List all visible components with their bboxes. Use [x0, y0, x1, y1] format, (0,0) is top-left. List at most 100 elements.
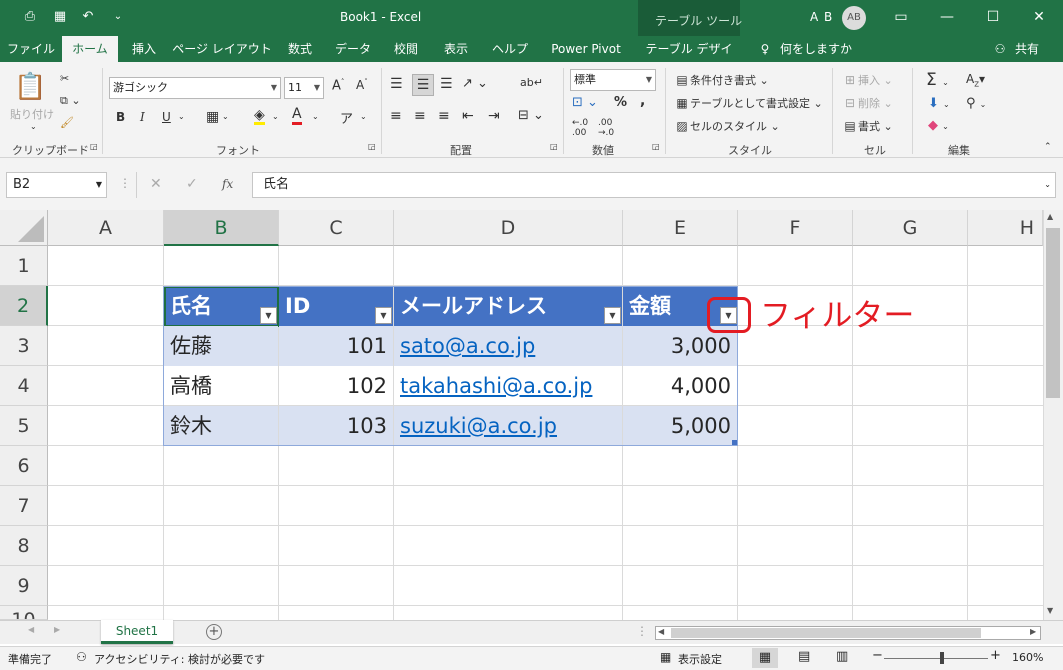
phonetic-dropdown-icon[interactable]: ⌄ [360, 112, 367, 121]
next-sheet-icon[interactable]: ▶ [54, 625, 60, 634]
sort-filter-icon[interactable]: AZ▾ [966, 72, 985, 88]
select-all-button[interactable] [0, 210, 48, 246]
font-color-dropdown-icon[interactable]: ⌄ [312, 112, 319, 121]
orientation-icon[interactable]: ↗ ⌄ [462, 76, 488, 91]
insert-cells-button[interactable]: ⊞ 挿入 ⌄ [842, 72, 893, 88]
collapse-ribbon-icon[interactable]: ⌃ [1044, 142, 1052, 152]
row-header-1[interactable]: 1 [0, 246, 48, 286]
row-header-9[interactable]: 9 [0, 566, 48, 606]
name-box[interactable]: B2 ▼ [6, 172, 107, 198]
underline-dropdown-icon[interactable]: ⌄ [178, 112, 185, 121]
clipboard-launcher-icon[interactable]: ◲ [90, 142, 98, 151]
font-launcher-icon[interactable]: ◲ [368, 142, 376, 151]
row-header-10[interactable]: 10 [0, 606, 48, 620]
table-cell[interactable]: 102 [279, 366, 393, 406]
font-name-combo[interactable]: 游ゴシック ▼ [109, 77, 281, 99]
tab-power-pivot[interactable]: Power Pivot [542, 36, 630, 62]
page-layout-view-icon[interactable]: ▤ [798, 649, 810, 664]
accessibility-status[interactable]: アクセシビリティ: 検討が必要です [94, 651, 265, 667]
align-left-icon[interactable]: ≡ [390, 108, 402, 124]
filter-dropdown-button[interactable]: ▼ [375, 307, 392, 324]
email-link[interactable]: sato@a.co.jp [400, 334, 535, 358]
zoom-slider-track[interactable] [884, 658, 988, 659]
avatar[interactable]: AB [842, 6, 866, 30]
font-color-icon[interactable]: A [292, 107, 302, 125]
insert-function-button[interactable]: fx [222, 177, 233, 191]
tell-me-search[interactable]: 何をしますか [778, 36, 854, 62]
comma-style-button[interactable]: , [640, 93, 645, 109]
scroll-up-icon[interactable]: ▲ [1047, 212, 1053, 221]
fill-color-icon[interactable]: ◈ [254, 108, 265, 125]
tab-home[interactable]: ホーム [62, 36, 118, 62]
paste-icon[interactable]: 📋 [14, 72, 46, 102]
add-sheet-button[interactable]: + [206, 624, 222, 640]
table-cell-email-link[interactable]: suzuki@a.co.jp [394, 406, 622, 446]
borders-icon[interactable]: ▦ [206, 109, 219, 125]
decrease-indent-icon[interactable]: ⇤ [462, 108, 474, 124]
filter-dropdown-button[interactable]: ▼ [604, 307, 621, 324]
confirm-entry-icon[interactable]: ✓ [186, 176, 198, 192]
italic-button[interactable]: I [140, 110, 145, 124]
email-link[interactable]: takahashi@a.co.jp [400, 374, 592, 398]
table-cell[interactable]: 5,000 [623, 406, 737, 446]
normal-view-icon[interactable]: ▦ [752, 648, 778, 668]
align-middle-icon[interactable]: ☰ [412, 74, 434, 96]
expand-formula-bar-icon[interactable]: ⌄ [1044, 173, 1051, 197]
tab-formulas[interactable]: 数式 [278, 36, 322, 62]
tab-file[interactable]: ファイル [4, 36, 58, 62]
cut-icon[interactable]: ✂ [60, 72, 69, 85]
table-cell[interactable]: 高橋 [164, 366, 278, 406]
paste-dropdown-icon[interactable]: ⌄ [30, 122, 37, 131]
scroll-left-icon[interactable]: ◀ [658, 627, 664, 636]
maximize-icon[interactable]: ☐ [978, 4, 1008, 30]
alignment-launcher-icon[interactable]: ◲ [550, 142, 558, 151]
table-resize-handle[interactable] [732, 440, 737, 445]
clear-icon[interactable]: ◆ ⌄ [928, 118, 949, 133]
zoom-slider-thumb[interactable] [940, 652, 944, 664]
sheet-tab-sheet1[interactable]: Sheet1 [101, 620, 173, 644]
table-cell-email-link[interactable]: sato@a.co.jp [394, 326, 622, 366]
prev-sheet-icon[interactable]: ◀ [28, 625, 34, 634]
column-header-d[interactable]: D [394, 210, 623, 246]
fill-color-dropdown-icon[interactable]: ⌄ [272, 112, 279, 121]
customize-quick-access-icon[interactable]: ⌄ [110, 9, 126, 25]
scroll-down-icon[interactable]: ▼ [1047, 606, 1053, 615]
undo-icon[interactable]: ↶ [80, 9, 96, 25]
table-cell[interactable]: 101 [279, 326, 393, 366]
formula-input[interactable]: 氏名 ⌄ [252, 172, 1056, 198]
column-header-g[interactable]: G [853, 210, 968, 246]
grow-font-icon[interactable]: A˄ [332, 78, 344, 93]
font-size-combo[interactable]: 11 ▼ [284, 77, 324, 99]
shrink-font-icon[interactable]: A˅ [356, 78, 368, 92]
percent-style-button[interactable]: % [614, 95, 627, 110]
format-cells-button[interactable]: ▤ 書式 ⌄ [842, 118, 892, 134]
autosave-icon[interactable]: ⎙ [22, 9, 38, 25]
table-cell[interactable]: 鈴木 [164, 406, 278, 446]
table-header-email[interactable]: メールアドレス [394, 286, 622, 326]
increase-indent-icon[interactable]: ⇥ [488, 108, 500, 124]
paste-button-label[interactable]: 貼り付け [10, 106, 54, 122]
row-header-7[interactable]: 7 [0, 486, 48, 526]
tab-insert[interactable]: 挿入 [122, 36, 166, 62]
decrease-decimal-icon[interactable]: .00 →.0 [598, 118, 614, 138]
conditional-formatting-button[interactable]: ▤ 条件付き書式 ⌄ [674, 72, 768, 88]
row-header-8[interactable]: 8 [0, 526, 48, 566]
delete-cells-button[interactable]: ⊟ 削除 ⌄ [842, 95, 893, 111]
ribbon-display-icon[interactable]: ▭ [886, 4, 916, 30]
cancel-entry-icon[interactable]: ✕ [150, 176, 162, 192]
align-right-icon[interactable]: ≡ [438, 108, 450, 124]
column-header-c[interactable]: C [279, 210, 394, 246]
fill-icon[interactable]: ⬇ ⌄ [928, 96, 950, 111]
minimize-icon[interactable]: — [932, 4, 962, 30]
table-cell[interactable]: 103 [279, 406, 393, 446]
horizontal-scroll-thumb[interactable] [671, 628, 981, 638]
vertical-scroll-thumb[interactable] [1046, 228, 1060, 398]
table-cell-email-link[interactable]: takahashi@a.co.jp [394, 366, 622, 406]
zoom-level[interactable]: 160% [1012, 651, 1043, 664]
merge-center-icon[interactable]: ⊟ ⌄ [518, 108, 544, 123]
number-format-combo[interactable]: 標準 ▼ [570, 69, 656, 91]
increase-decimal-icon[interactable]: ←.0.00 [572, 118, 588, 138]
autosum-icon[interactable]: Σ ⌄ [926, 70, 949, 90]
underline-button[interactable]: U [162, 110, 171, 124]
tab-data[interactable]: データ [328, 36, 378, 62]
